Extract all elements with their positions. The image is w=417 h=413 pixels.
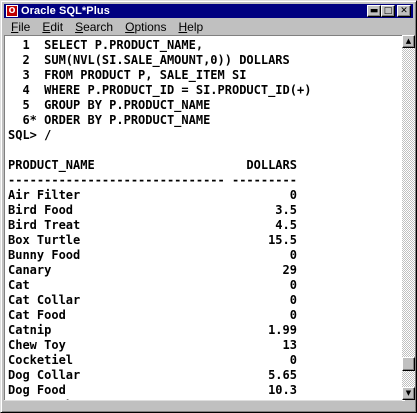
- console-line: Chew Toy 13: [8, 338, 297, 352]
- console-line: Cocketiel 0: [8, 353, 297, 367]
- console-line: Bird Food 3.5: [8, 203, 297, 217]
- console-line: Box Turtle 15.5: [8, 233, 297, 247]
- close-button[interactable]: ✕: [397, 5, 411, 17]
- scroll-down-button[interactable]: ▼: [402, 387, 415, 400]
- window-title: Oracle SQL*Plus: [21, 5, 110, 17]
- oracle-icon[interactable]: O: [6, 5, 18, 17]
- console-line: Dog Collar 5.65: [8, 368, 297, 382]
- console-line: 3 FROM PRODUCT P, SALE_ITEM SI: [8, 68, 247, 82]
- console-line: 4 WHERE P.PRODUCT_ID = SI.PRODUCT_ID(+): [8, 83, 312, 97]
- console-output[interactable]: 1 SELECT P.PRODUCT_NAME, 2 SUM(NVL(SI.SA…: [4, 35, 405, 401]
- window-controls: ▬ □ ✕: [367, 5, 411, 17]
- console-line: SQL> /: [8, 128, 52, 142]
- console-line: 5 GROUP BY P.PRODUCT_NAME: [8, 98, 211, 112]
- menu-file[interactable]: File: [4, 20, 35, 34]
- console-line: Bird Treat 4.5: [8, 218, 297, 232]
- menu-help[interactable]: Help: [171, 20, 208, 34]
- menu-search[interactable]: Search: [68, 20, 118, 34]
- scroll-thumb[interactable]: [402, 357, 415, 371]
- maximize-button[interactable]: □: [381, 5, 395, 17]
- title-bar[interactable]: O Oracle SQL*Plus ▬ □ ✕: [4, 4, 413, 18]
- menu-options[interactable]: Options: [118, 20, 171, 34]
- console-line: ------------------------------ ---------: [8, 173, 297, 187]
- console-line: Cat Food 0: [8, 308, 297, 322]
- console-line: PRODUCT_NAME DOLLARS: [8, 158, 297, 172]
- minimize-button[interactable]: ▬: [367, 5, 381, 17]
- console-line: Canary 29: [8, 263, 297, 277]
- console-line: Cat Collar 0: [8, 293, 297, 307]
- scroll-up-button[interactable]: ▲: [402, 35, 415, 48]
- console-line: 2 SUM(NVL(SI.SALE_AMOUNT,0)) DOLLARS: [8, 53, 290, 67]
- sqlplus-window: O Oracle SQL*Plus ▬ □ ✕ File Edit Search…: [0, 0, 417, 413]
- menu-bar: File Edit Search Options Help: [4, 19, 413, 35]
- console-line: Air Filter 0: [8, 188, 297, 202]
- console-line: 6* ORDER BY P.PRODUCT_NAME: [8, 113, 211, 127]
- console-line: Catnip 1.99: [8, 323, 297, 337]
- console-line: 1 SELECT P.PRODUCT_NAME,: [8, 38, 204, 52]
- console-line: Bunny Food 0: [8, 248, 297, 262]
- vertical-scrollbar[interactable]: ▲ ▼: [402, 35, 415, 400]
- horizontal-scroll-area: [4, 400, 402, 411]
- console-line: Cat 0: [8, 278, 297, 292]
- console-lines: 1 SELECT P.PRODUCT_NAME, 2 SUM(NVL(SI.SA…: [8, 38, 311, 401]
- menu-edit[interactable]: Edit: [35, 20, 68, 34]
- console-line: Dog Food 10.3: [8, 383, 297, 397]
